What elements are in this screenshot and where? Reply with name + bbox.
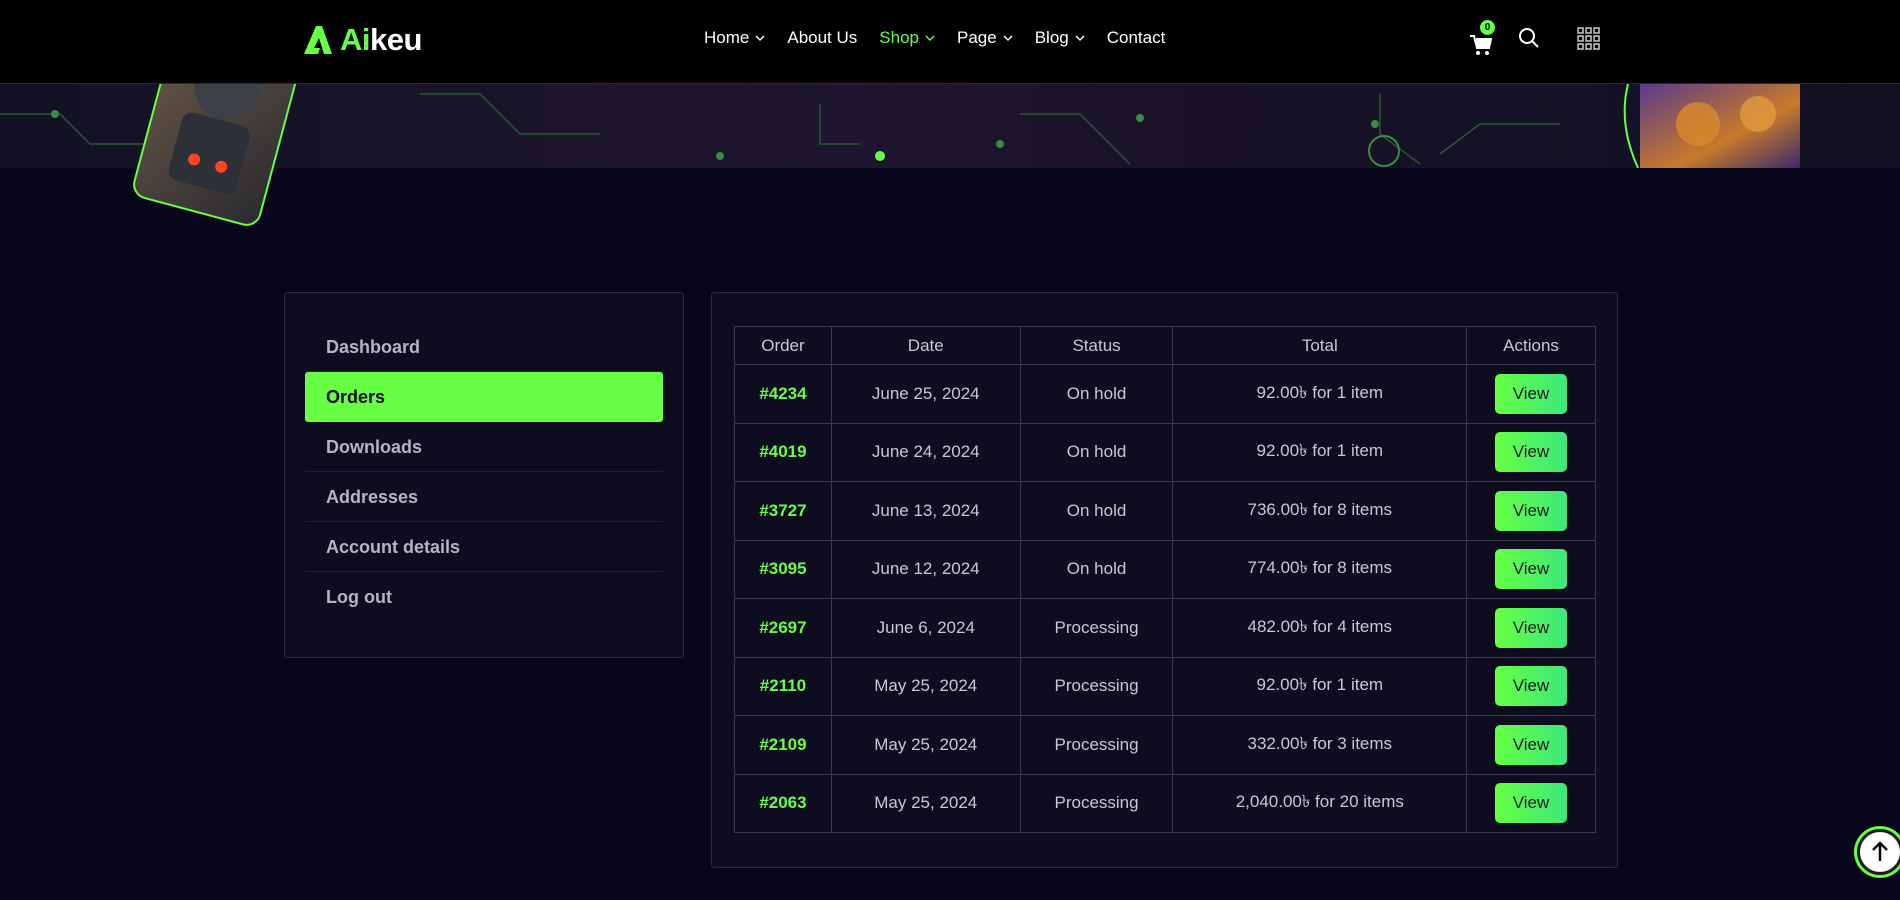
cart-count-badge: 0 [1480,20,1495,35]
sidebar-item-downloads[interactable]: Downloads [305,422,663,472]
view-order-button[interactable]: View [1495,432,1568,473]
order-date: June 12, 2024 [830,539,1021,599]
cart-button[interactable]: 0 [1468,20,1498,60]
table-row: #4019 June 24, 2024 On hold 92.00৳ for 1… [734,422,1596,482]
site-header: Aikeu Home About Us Shop Page Blog Conta… [0,0,1900,84]
order-status: Processing [1019,656,1174,716]
nav-home[interactable]: Home [704,28,765,48]
table-row: #3095 June 12, 2024 On hold 774.00৳ for … [734,539,1596,599]
order-total: 736.00৳ for 8 items [1172,481,1468,541]
orders-table: Order Date Status Total Actions #4234 Ju… [734,326,1596,833]
view-order-button[interactable]: View [1495,724,1568,765]
order-number-link[interactable]: #2109 [759,735,806,754]
view-order-button[interactable]: View [1495,666,1568,707]
logo-text-prefix: Ai [340,22,371,57]
table-row: #2697 June 6, 2024 Processing 482.00৳ fo… [734,598,1596,658]
view-order-button[interactable]: View [1495,373,1568,414]
orders-panel: Order Date Status Total Actions #4234 Ju… [711,292,1618,868]
sidebar-item-log-out[interactable]: Log out [305,572,663,622]
nav-page[interactable]: Page [957,28,1013,48]
table-header-row: Order Date Status Total Actions [734,326,1596,365]
nav-shop-label: Shop [879,28,919,47]
nav-about-us-label: About Us [787,28,858,47]
grid-menu-button[interactable] [1577,27,1601,51]
nav-about-us[interactable]: About Us [787,28,857,48]
search-icon [1519,28,1539,48]
grid-menu-icon [1577,27,1600,50]
table-row: #2063 May 25, 2024 Processing 2,040.00৳ … [734,773,1596,833]
nav-blog-label: Blog [1034,28,1069,47]
chevron-down-icon [1003,35,1013,42]
order-number-link[interactable]: #3727 [759,501,806,520]
order-total: 92.00৳ for 1 item [1172,656,1468,716]
table-row: #2109 May 25, 2024 Processing 332.00৳ fo… [734,715,1596,775]
order-status: Processing [1019,715,1174,775]
view-order-button[interactable]: View [1495,783,1568,824]
nav-page-label: Page [957,28,997,47]
order-date: May 25, 2024 [830,773,1021,833]
table-row: #3727 June 13, 2024 On hold 736.00৳ for … [734,481,1596,541]
order-status: On hold [1019,539,1174,599]
chevron-down-icon [925,35,935,42]
sidebar-item-orders[interactable]: Orders [305,372,663,422]
order-status: On hold [1019,364,1174,424]
column-header-actions: Actions [1466,326,1596,365]
chevron-down-icon [755,35,765,42]
order-total: 2,040.00৳ for 20 items [1172,773,1468,833]
column-header-date: Date [830,326,1021,365]
robot-portrait-right-image [1623,84,1800,168]
search-button[interactable] [1517,26,1543,52]
order-date: June 24, 2024 [830,422,1021,482]
order-number-link[interactable]: #3095 [759,559,806,578]
order-number-link[interactable]: #2063 [759,793,806,812]
logo-text: Aikeu [340,22,422,58]
sidebar-item-addresses[interactable]: Addresses [305,472,663,522]
nav-contact-label: Contact [1106,28,1166,47]
nav-shop[interactable]: Shop [879,28,935,48]
column-header-total: Total [1172,326,1468,365]
order-total: 92.00৳ for 1 item [1172,364,1468,424]
sidebar-item-account-details[interactable]: Account details [305,522,663,572]
order-number-link[interactable]: #4234 [759,384,806,403]
account-sidebar: Dashboard Orders Downloads Addresses Acc… [284,292,684,658]
logo-text-suffix: keu [370,22,422,57]
cart-icon [1470,35,1493,55]
order-status: Processing [1019,598,1174,658]
order-date: June 13, 2024 [830,481,1021,541]
scroll-to-top-button[interactable] [1857,829,1900,875]
chevron-down-icon [1075,35,1085,42]
main-nav: Home About Us Shop Page Blog Contact [704,28,1165,48]
nav-blog[interactable]: Blog [1035,28,1085,48]
nav-home-label: Home [704,28,750,47]
order-total: 92.00৳ for 1 item [1172,422,1468,482]
order-total: 774.00৳ for 8 items [1172,539,1468,599]
order-status: Processing [1019,773,1174,833]
order-date: June 6, 2024 [830,598,1021,658]
order-status: On hold [1019,481,1174,541]
arrow-up-icon [1872,841,1888,861]
logo[interactable]: Aikeu [302,22,422,58]
order-total: 482.00৳ for 4 items [1172,598,1468,658]
view-order-button[interactable]: View [1495,549,1568,590]
logo-mark-icon [304,26,332,54]
order-date: May 25, 2024 [830,656,1021,716]
column-header-status: Status [1019,326,1174,365]
order-date: June 25, 2024 [830,364,1021,424]
order-number-link[interactable]: #4019 [759,442,806,461]
order-number-link[interactable]: #2697 [759,618,806,637]
table-row: #2110 May 25, 2024 Processing 92.00৳ for… [734,656,1596,716]
column-header-order: Order [734,326,832,365]
order-status: On hold [1019,422,1174,482]
order-number-link[interactable]: #2110 [760,676,806,695]
order-date: May 25, 2024 [830,715,1021,775]
view-order-button[interactable]: View [1495,490,1568,531]
sidebar-item-dashboard[interactable]: Dashboard [305,322,663,372]
order-total: 332.00৳ for 3 items [1172,715,1468,775]
nav-contact[interactable]: Contact [1107,28,1166,48]
table-row: #4234 June 25, 2024 On hold 92.00৳ for 1… [734,364,1596,424]
view-order-button[interactable]: View [1495,607,1568,648]
robot-portrait-left-image [133,60,303,226]
